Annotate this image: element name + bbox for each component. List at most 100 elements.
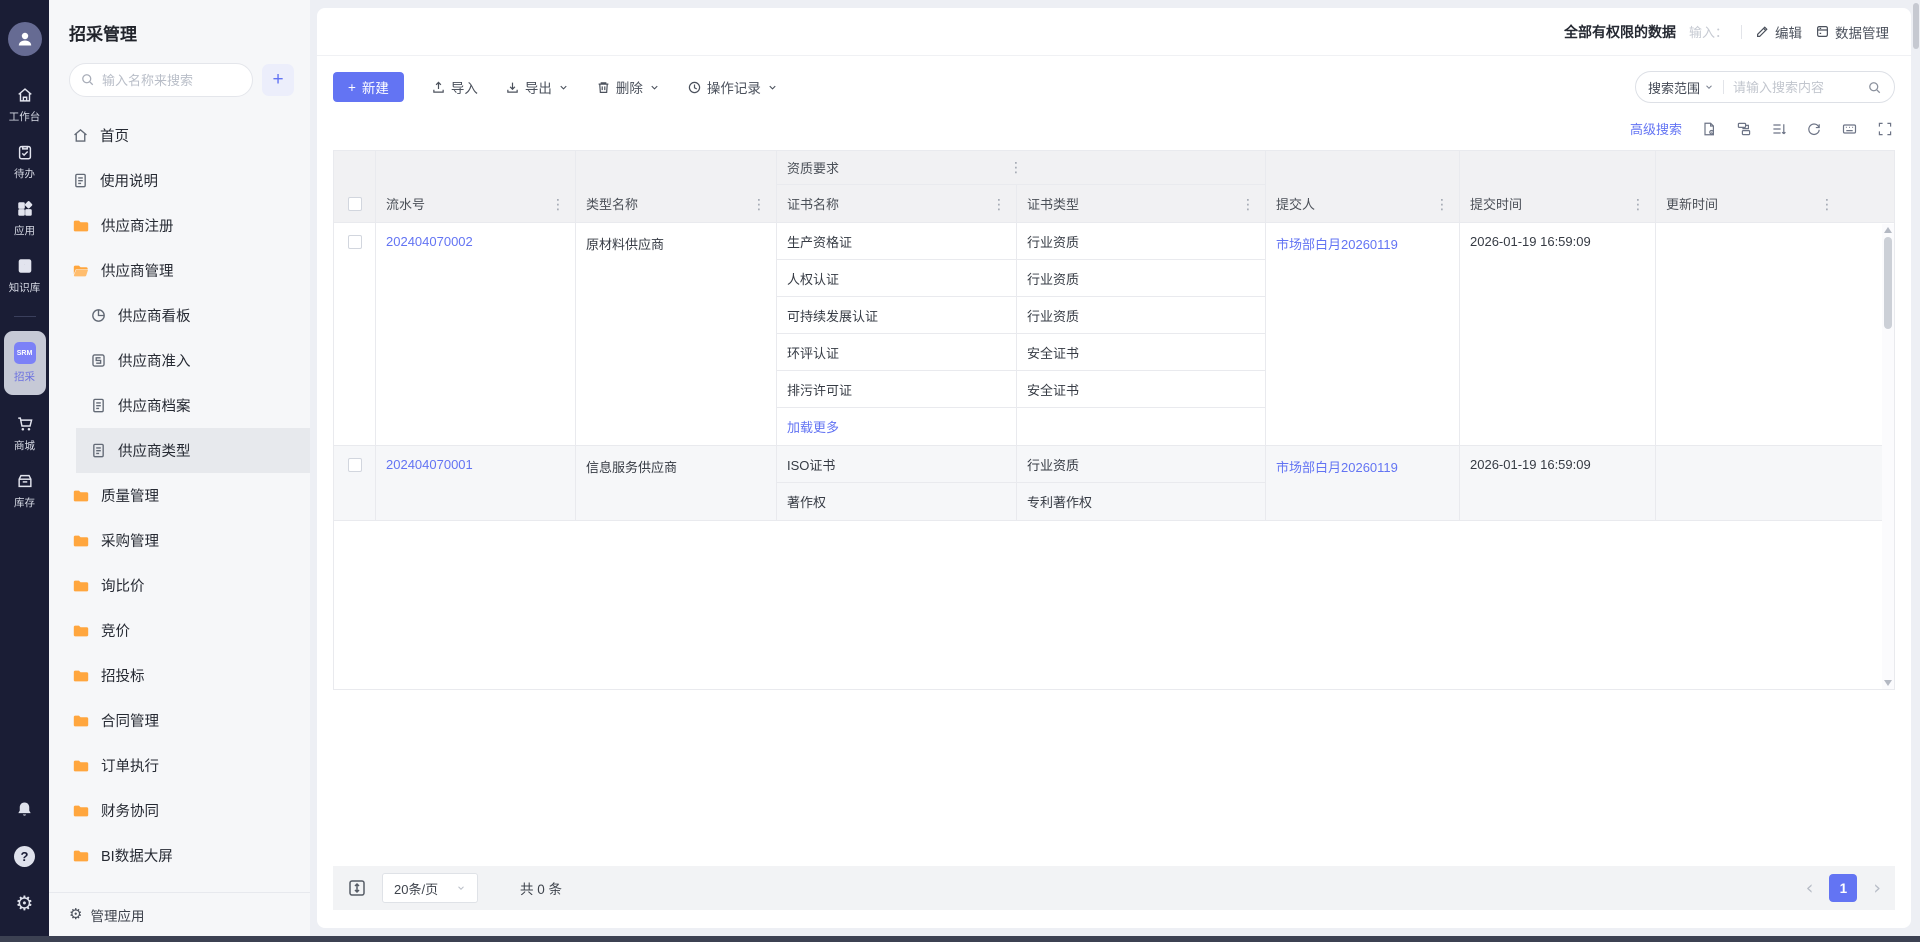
sidebar-item-supplier-archive[interactable]: 供应商档案 [49, 383, 310, 428]
add-menu-button[interactable]: + [262, 64, 294, 96]
scroll-up-icon[interactable] [1884, 227, 1892, 233]
rail-item-apps[interactable]: 应用 [14, 200, 35, 238]
select-all-checkbox[interactable] [348, 197, 362, 211]
table-search-input[interactable] [1733, 80, 1858, 95]
sidebar-item-bi-dashboard[interactable]: BI数据大屏 [49, 833, 310, 878]
page-scrollbar-thumb[interactable] [1913, 3, 1919, 49]
sidebar-item-bidding-price[interactable]: 竞价 [49, 608, 310, 653]
refresh-icon[interactable] [1806, 121, 1822, 137]
sidebar-item-inquiry[interactable]: 询比价 [49, 563, 310, 608]
sidebar-item-quality[interactable]: 质量管理 [49, 473, 310, 518]
rail-item-inventory[interactable]: 库存 [14, 472, 35, 510]
sidebar-item-label: 供应商类型 [118, 440, 191, 461]
manage-apps-button[interactable]: ⚙ 管理应用 [49, 892, 310, 936]
sidebar-item-label: 使用说明 [100, 170, 158, 191]
rail-item-srm-selected[interactable]: SRM 招采 [4, 331, 46, 395]
input-hint: 输入： [1689, 22, 1728, 41]
submitter-link[interactable]: 市场部白月20260119 [1276, 460, 1398, 475]
next-page-button[interactable]: › [1873, 879, 1881, 898]
search-icon[interactable] [1867, 80, 1882, 95]
data-manage-button[interactable]: 数据管理 [1815, 22, 1889, 42]
sidebar-search-input[interactable] [69, 63, 253, 97]
delete-button[interactable]: 删除 [596, 77, 660, 97]
folder-icon [72, 802, 90, 820]
sidebar-item-instructions[interactable]: 使用说明 [49, 158, 310, 203]
export-button[interactable]: 导出 [505, 77, 569, 97]
search-scope-select[interactable]: 搜索范围 [1648, 78, 1714, 97]
row-height-icon[interactable] [1771, 121, 1787, 137]
load-more-link[interactable]: 加载更多 [787, 417, 839, 436]
sidebar-item-supplier-type[interactable]: 供应商类型 [76, 428, 310, 473]
row-checkbox[interactable] [348, 235, 362, 249]
rail-item-label: 知识库 [9, 280, 41, 295]
sidebar-item-order-execution[interactable]: 订单执行 [49, 743, 310, 788]
prev-page-button[interactable]: ‹ [1806, 879, 1814, 898]
rail-item-mall[interactable]: 商城 [14, 415, 35, 453]
scroll-down-icon[interactable] [1884, 680, 1892, 686]
new-button[interactable]: + 新建 [333, 72, 404, 102]
cert-subrow: 环评认证 安全证书 [777, 334, 1265, 371]
scrollbar-thumb[interactable] [1884, 237, 1892, 329]
sidebar-item-contract[interactable]: 合同管理 [49, 698, 310, 743]
bell-icon[interactable] [15, 800, 34, 819]
rail-item-todo[interactable]: 待办 [14, 143, 35, 181]
sidebar-item-label: 招投标 [101, 665, 145, 686]
page-size-select[interactable]: 20条/页 [382, 873, 478, 903]
column-header-submitter: 提交人 ⋮ [1266, 185, 1460, 222]
spacer [317, 690, 1911, 866]
column-menu-icon[interactable]: ⋮ [752, 197, 766, 211]
avatar[interactable] [8, 22, 42, 56]
cert-subtable: 生产资格证 行业资质 人权认证 行业资质 可持续发展认证 行业资质 环评认证 安… [777, 223, 1266, 445]
advanced-search-link[interactable]: 高级搜索 [1630, 119, 1682, 138]
edit-button[interactable]: 编辑 [1755, 22, 1802, 42]
serial-link[interactable]: 202404070001 [386, 457, 473, 472]
current-page-button[interactable]: 1 [1829, 874, 1857, 902]
operation-log-button[interactable]: 操作记录 [687, 77, 778, 97]
sidebar-item-label: 采购管理 [101, 530, 159, 551]
sidebar-item-tendering[interactable]: 招投标 [49, 653, 310, 698]
keyboard-icon[interactable] [1841, 121, 1858, 137]
folder-icon [72, 847, 90, 865]
column-menu-icon[interactable]: ⋮ [1241, 197, 1255, 211]
sidebar-item-home[interactable]: 首页 [49, 113, 310, 158]
sidebar-item-label: 供应商注册 [101, 215, 174, 236]
column-menu-icon[interactable]: ⋮ [1009, 160, 1023, 174]
column-menu-icon[interactable]: ⋮ [551, 197, 565, 211]
column-menu-icon[interactable]: ⋮ [1435, 197, 1449, 211]
rail-item-knowledge[interactable]: AI 知识库 [9, 257, 41, 295]
sidebar-item-supplier-register[interactable]: 供应商注册 [49, 203, 310, 248]
sidebar-item-label: 供应商准入 [118, 350, 191, 371]
divider [1723, 80, 1724, 94]
sidebar-item-purchasing[interactable]: 采购管理 [49, 518, 310, 563]
cert-subrow: 排污许可证 安全证书 [777, 371, 1265, 408]
rail-item-label: 商城 [14, 438, 35, 453]
help-icon[interactable]: ? [14, 846, 35, 867]
submitter-link[interactable]: 市场部白月20260119 [1276, 237, 1398, 252]
row-height-toggle-icon[interactable] [347, 878, 367, 898]
sidebar-item-supplier-management[interactable]: 供应商管理 [49, 248, 310, 293]
rail-item-workbench[interactable]: 工作台 [9, 86, 41, 124]
column-menu-icon[interactable]: ⋮ [1820, 197, 1834, 211]
sidebar-item-supplier-dashboard[interactable]: 供应商看板 [49, 293, 310, 338]
cert-subrow: 人权认证 行业资质 [777, 260, 1265, 297]
import-button[interactable]: 导入 [431, 77, 478, 97]
horizontal-scrollbar[interactable] [0, 936, 1920, 942]
inventory-box-icon [16, 472, 34, 490]
row-checkbox[interactable] [348, 458, 362, 472]
fullscreen-icon[interactable] [1877, 121, 1893, 137]
column-menu-icon[interactable]: ⋮ [992, 197, 1006, 211]
display-fields-icon[interactable] [1736, 121, 1752, 137]
sidebar-item-finance[interactable]: 财务协同 [49, 788, 310, 833]
chevron-down-icon [649, 82, 660, 93]
settings-gear-icon[interactable]: ⚙ [16, 894, 34, 914]
submit-time-cell: 2026-01-19 16:59:09 [1460, 446, 1656, 520]
content-card: 全部有权限的数据 输入： 编辑 数据管理 + 新建 [317, 8, 1911, 928]
file-preview-icon[interactable] [1701, 121, 1717, 137]
sidebar-item-supplier-admission[interactable]: 供应商准入 [49, 338, 310, 383]
sidebar-item-label: 询比价 [101, 575, 145, 596]
folder-icon [72, 757, 90, 775]
serial-link[interactable]: 202404070002 [386, 234, 473, 249]
rail-item-label: 招采 [14, 369, 35, 384]
rail-item-label: 工作台 [9, 109, 41, 124]
column-menu-icon[interactable]: ⋮ [1631, 197, 1645, 211]
